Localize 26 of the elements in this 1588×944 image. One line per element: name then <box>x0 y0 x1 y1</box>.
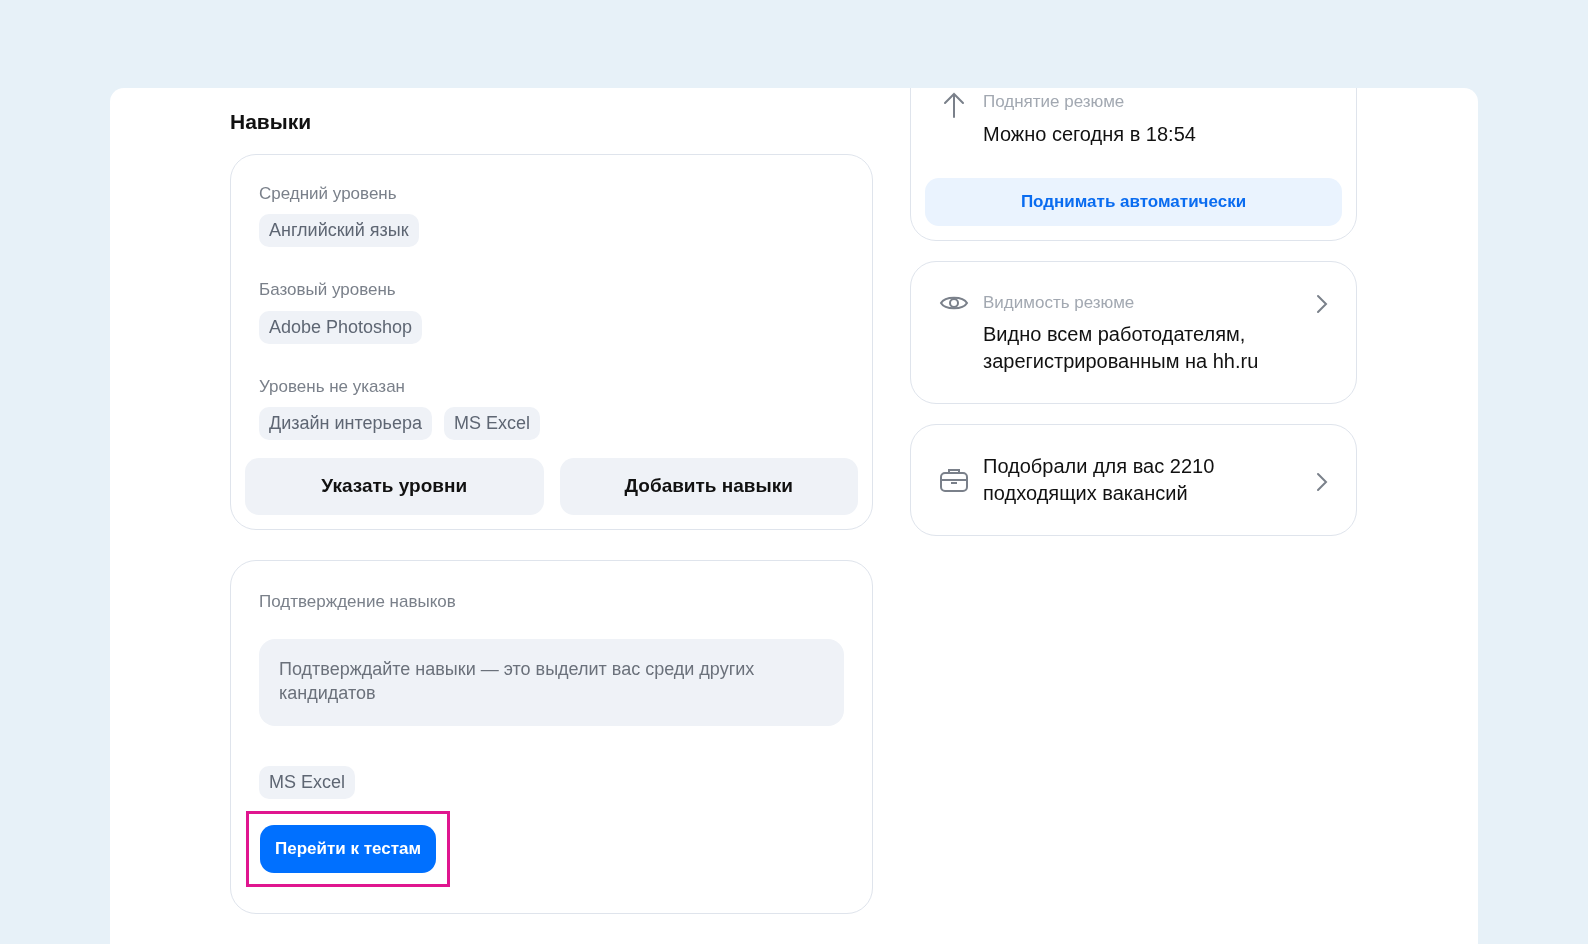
info-card[interactable]: Подобрали для вас 2210 подходящих вакансий <box>910 424 1357 536</box>
skill-tag: Дизайн интерьера <box>259 407 432 440</box>
up-arrow-icon <box>942 91 966 119</box>
card-text: Видно всем работодателям, зарегистрированным на hh.ru <box>983 322 1260 374</box>
card-title: Подтверждение навыков <box>259 591 457 613</box>
card-label: Видимость резюме <box>983 291 1136 314</box>
card-text: Подобрали для вас 2210 подходящих вакансий <box>983 454 1216 506</box>
section-title: Навыки <box>230 109 313 135</box>
level-label: Средний уровень <box>259 182 398 205</box>
card-text: Можно сегодня в 18:54 <box>983 121 1197 147</box>
skill-tag: MS Excel <box>444 407 540 440</box>
level-label: Уровень не указан <box>259 375 406 398</box>
chevron-right-icon <box>1316 293 1328 314</box>
info-card[interactable]: Видимость резюме Видно всем работодателям, зарегистрированным на hh.ru <box>910 260 1357 404</box>
skill-tag: Adobe Photoshop <box>259 310 423 344</box>
action-button[interactable]: Указать уровни <box>245 458 544 515</box>
skill-tag: Английский язык <box>259 214 419 247</box>
auto-raise-button[interactable]: Поднимать автоматически <box>925 177 1342 226</box>
action-button[interactable]: Добавить навыки <box>559 458 858 515</box>
skill-tag: MS Excel <box>259 765 356 799</box>
level-label: Базовый уровень <box>259 279 397 301</box>
tests-button[interactable]: Перейти к тестам <box>260 824 437 873</box>
briefcase-icon <box>939 467 969 493</box>
hint-text: Подтверждайте навыки — это выделит вас среди других кандидатов <box>259 638 844 726</box>
chevron-right-icon <box>1316 472 1328 492</box>
card-label: Поднятие резюме <box>983 91 1126 113</box>
